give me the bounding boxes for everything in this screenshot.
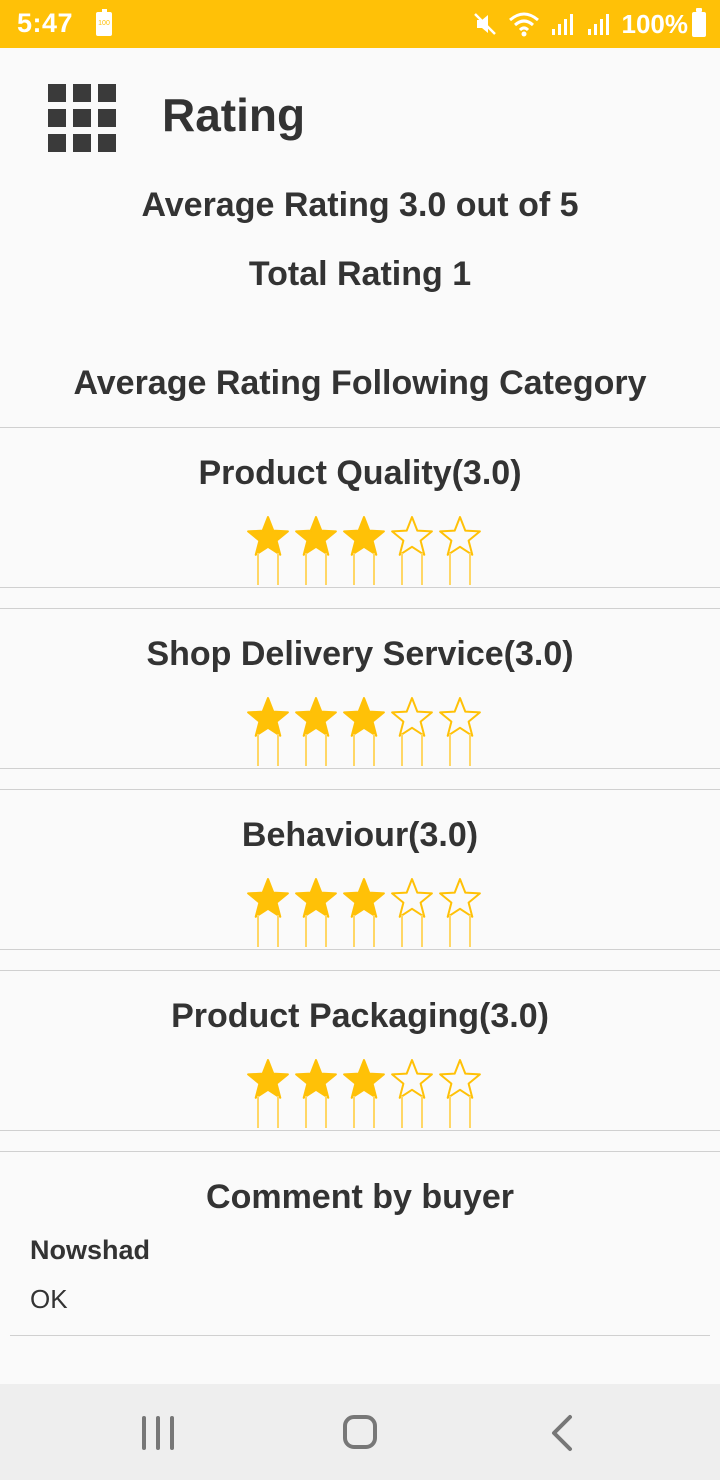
star-empty-icon[interactable]	[438, 696, 482, 768]
divider	[0, 427, 720, 428]
status-time: 5:47	[17, 8, 74, 38]
signal-icon	[551, 14, 573, 35]
star-empty-icon[interactable]	[390, 696, 434, 768]
star-filled-icon[interactable]	[342, 877, 386, 949]
star-filled-icon[interactable]	[294, 1058, 338, 1130]
back-icon[interactable]	[548, 1414, 576, 1452]
wifi-icon	[508, 12, 539, 37]
star-empty-icon[interactable]	[438, 515, 482, 587]
rating-bar[interactable]	[246, 1058, 484, 1130]
mute-icon	[473, 13, 496, 35]
divider	[0, 587, 720, 588]
star-filled-icon[interactable]	[246, 877, 290, 949]
star-filled-icon[interactable]	[294, 696, 338, 768]
category-title: Product Quality(3.0)	[198, 454, 522, 492]
star-empty-icon[interactable]	[438, 1058, 482, 1130]
divider	[0, 970, 720, 971]
star-empty-icon[interactable]	[390, 1058, 434, 1130]
battery-percent: 100%	[621, 8, 689, 39]
battery-saver-label: 100	[98, 20, 110, 27]
star-filled-icon[interactable]	[294, 515, 338, 587]
star-filled-icon[interactable]	[342, 515, 386, 587]
category-title: Behaviour(3.0)	[241, 816, 479, 854]
status-bar: 5:47 100 100%	[0, 0, 720, 48]
star-empty-icon[interactable]	[390, 877, 434, 949]
category-title: Shop Delivery Service(3.0)	[146, 635, 574, 673]
star-filled-icon[interactable]	[294, 877, 338, 949]
rating-bar[interactable]	[246, 877, 484, 949]
star-filled-icon[interactable]	[246, 696, 290, 768]
rating-bar[interactable]	[246, 696, 484, 768]
signal-icon	[587, 14, 609, 35]
rating-bar[interactable]	[246, 515, 484, 587]
battery-saver-icon: 100	[96, 9, 112, 36]
battery-icon	[692, 7, 706, 37]
divider	[0, 1151, 720, 1152]
category-title: Product Packaging(3.0)	[171, 997, 549, 1035]
star-filled-icon[interactable]	[246, 515, 290, 587]
divider	[0, 768, 720, 769]
recents-icon[interactable]	[142, 1416, 176, 1450]
home-icon[interactable]	[343, 1415, 377, 1449]
divider	[0, 949, 720, 950]
total-rating-text: Total Rating 1	[248, 255, 472, 293]
page-title: Rating	[162, 89, 306, 141]
buyer-name: Nowshad	[30, 1235, 151, 1265]
navigation-bar	[0, 1384, 720, 1480]
apps-grid-icon[interactable]	[48, 84, 116, 152]
star-empty-icon[interactable]	[438, 877, 482, 949]
divider	[0, 608, 720, 609]
star-filled-icon[interactable]	[246, 1058, 290, 1130]
star-filled-icon[interactable]	[342, 696, 386, 768]
star-filled-icon[interactable]	[342, 1058, 386, 1130]
category-heading: Average Rating Following Category	[73, 364, 647, 402]
buyer-comment: OK	[30, 1284, 68, 1314]
divider	[0, 1130, 720, 1131]
star-empty-icon[interactable]	[390, 515, 434, 587]
average-rating-text: Average Rating 3.0 out of 5	[141, 186, 579, 224]
comment-divider	[10, 1335, 710, 1336]
comment-heading: Comment by buyer	[206, 1178, 514, 1216]
divider	[0, 789, 720, 790]
